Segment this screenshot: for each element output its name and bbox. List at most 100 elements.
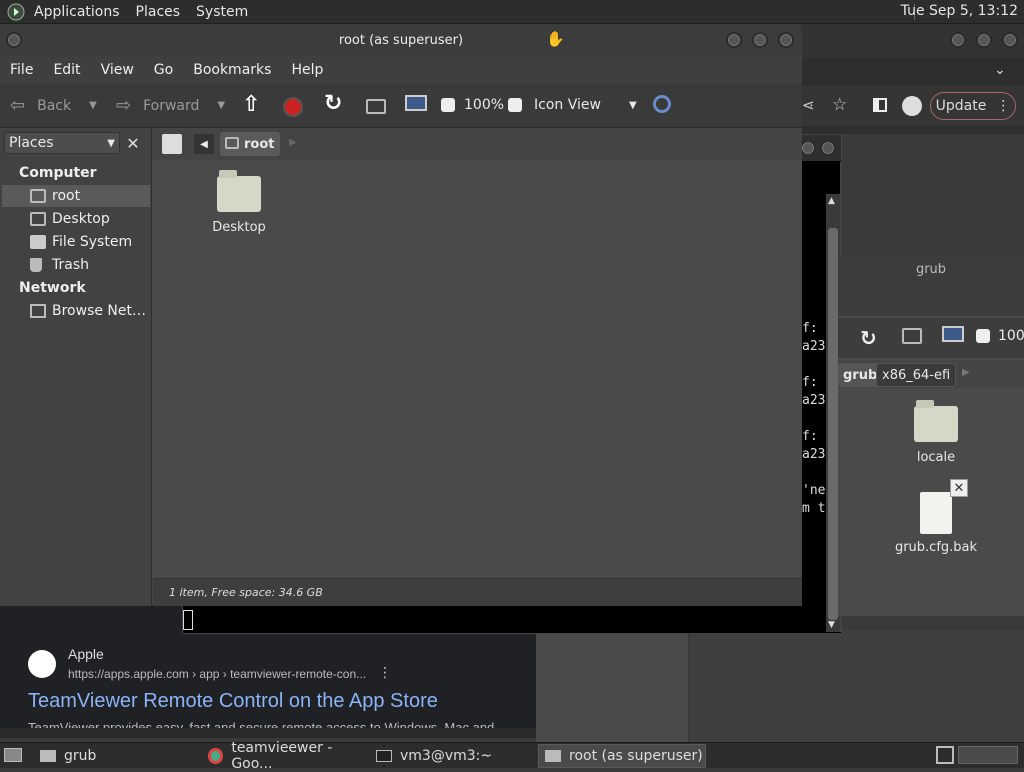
places-menu[interactable]: Places [128,4,189,20]
share-icon[interactable]: ⋖ [802,96,815,114]
sidebar-item-browse-network[interactable]: Browse Net… [2,300,150,322]
show-desktop-icon[interactable] [4,748,22,762]
zoom-in-icon[interactable] [508,98,522,112]
edit-location-icon[interactable] [162,134,182,154]
more-vert-icon[interactable]: ⋮ [996,98,1010,114]
update-button[interactable]: Update ⋮ [930,92,1016,120]
maximize-button[interactable] [752,32,768,48]
chevron-down-icon[interactable]: ⌄ [994,62,1006,78]
grub-window-title: grub [915,262,947,277]
up-arrow-icon[interactable]: ⇧ [242,92,260,117]
reload-icon[interactable]: ↻ [860,326,877,350]
sidebar-item-root[interactable]: root [2,185,150,207]
places-combo-label: Places [9,135,54,151]
star-icon[interactable]: ☆ [832,95,847,115]
system-menu[interactable]: System [188,4,256,20]
gnome-foot-icon[interactable] [6,2,26,22]
zoom-level: 100% [464,97,505,113]
result-url[interactable]: https://apps.apple.com › app › teamviewe… [68,667,366,681]
task-terminal[interactable]: vm3@vm3:~ [370,744,536,768]
clock[interactable]: Tue Sep 5, 13:12 [901,3,1018,19]
horizontal-scrollbar[interactable] [0,728,536,738]
applications-menu[interactable]: Applications [26,4,128,20]
back-button[interactable]: ⇦ Back ▼ [10,95,97,116]
crumb-root[interactable]: root [220,132,280,156]
chevron-down-icon: ▼ [107,137,115,149]
home-icon[interactable] [902,328,922,344]
chevron-down-icon: ▼ [628,99,637,111]
sidebar-icon[interactable] [873,98,887,112]
workspace-switcher[interactable] [958,746,1018,764]
home-icon[interactable] [366,99,386,114]
terminal-icon [376,750,392,762]
sidebar-item-trash[interactable]: Trash [2,254,150,276]
close-icon[interactable]: ✕ [122,132,144,154]
zoom-out-icon[interactable] [441,98,455,112]
trash-icon [30,258,42,272]
folder-locale[interactable]: locale [900,400,972,465]
back-arrow-icon: ⇦ [10,95,26,116]
terminal-line: a23 [802,447,826,462]
minimize-button[interactable] [726,32,742,48]
search-icon[interactable] [653,95,671,113]
browser-maximize-button[interactable] [976,32,992,48]
home-icon [30,189,46,203]
folder-icon [40,750,56,762]
sidebar-item-file-system[interactable]: File System [2,231,150,253]
forward-label: Forward [143,97,200,114]
view-mode-select[interactable]: Icon View ▼ [534,97,637,113]
forward-dropdown-icon[interactable]: ▼ [217,100,225,111]
crumb-prev-icon[interactable]: ◀ [194,134,214,154]
workspace-switcher-icon[interactable] [936,746,954,764]
computer-icon[interactable] [942,326,964,342]
terminal-maximize-button[interactable] [800,140,816,156]
task-root[interactable]: root (as superuser) [538,744,706,768]
task-browser[interactable]: teamvieewer - Goo... [202,740,368,772]
stop-icon[interactable] [283,97,303,117]
update-label: Update [935,98,987,114]
close-icon[interactable]: ✕ [950,479,968,497]
window-title: root (as superuser) [338,33,464,48]
more-options-icon[interactable]: ⋮ [378,665,392,681]
terminal-line: a23 [802,393,826,408]
result-title-link[interactable]: TeamViewer Remote Control on the App Sto… [28,690,438,713]
crumb-next-icon[interactable]: ▶ [289,137,297,148]
terminal-scroll-thumb[interactable] [828,228,838,620]
places-combo[interactable]: Places ▼ [4,132,120,154]
scroll-down-icon[interactable]: ▼ [828,620,835,630]
menu-edit[interactable]: Edit [43,62,90,78]
browser-minimize-button[interactable] [950,32,966,48]
menu-help[interactable]: Help [281,62,333,78]
result-source: Apple [68,646,104,662]
sidebar-item-label: File System [52,234,133,250]
task-grub[interactable]: grub [34,744,194,768]
document-icon [920,492,952,534]
reload-icon[interactable]: ↻ [324,91,342,116]
folder-desktop[interactable]: Desktop [204,170,274,235]
sidebar-item-label: root [52,188,81,204]
crumb-x86-64-efi[interactable]: x86_64-efi [876,363,957,387]
profile-avatar[interactable] [902,96,922,116]
file-grub-cfg-bak[interactable]: grub.cfg.bak [892,492,980,555]
menu-bookmarks[interactable]: Bookmarks [183,62,281,78]
hand-cursor-icon: ✋ [546,30,565,48]
status-bar: 1 item, Free space: 34.6 GB [153,578,802,606]
menu-go[interactable]: Go [144,62,183,78]
back-dropdown-icon[interactable]: ▼ [89,100,97,111]
task-label: teamvieewer - Goo... [231,740,333,772]
forward-arrow-icon: ⇨ [116,95,132,116]
scroll-up-icon[interactable]: ▲ [828,196,835,206]
computer-icon[interactable] [405,95,427,111]
terminal-close-button[interactable] [820,140,836,156]
browser-close-button[interactable] [1002,32,1018,48]
zoom-out-icon[interactable] [976,329,990,343]
close-button[interactable] [778,32,794,48]
menu-file[interactable]: File [0,62,43,78]
forward-button[interactable]: ⇨ Forward ▼ [116,95,225,116]
network-icon [30,304,46,318]
sidebar-item-desktop[interactable]: Desktop [2,208,150,230]
menu-view[interactable]: View [91,62,144,78]
crumb-next-icon[interactable]: ▶ [962,367,970,378]
